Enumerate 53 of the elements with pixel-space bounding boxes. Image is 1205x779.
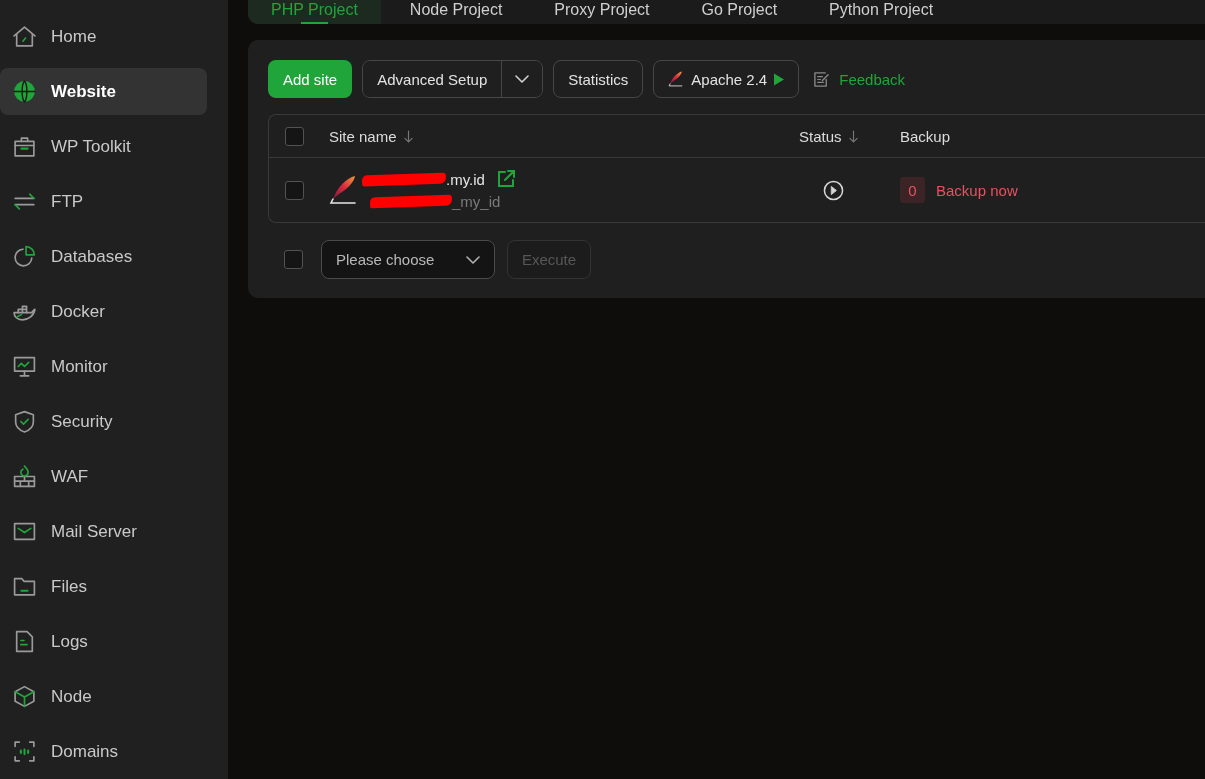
sidebar-item[interactable]: Domains	[0, 728, 207, 775]
sidebar-item[interactable]: Monitor	[0, 343, 207, 390]
play-circle-icon	[823, 179, 844, 201]
sidebar-item[interactable]: Docker	[0, 288, 207, 335]
shield-check-icon	[12, 409, 37, 434]
sidebar-item[interactable]: FTP	[0, 178, 207, 225]
sidebar-item[interactable]: Files	[0, 563, 207, 610]
dropdown-toggle[interactable]	[501, 61, 543, 97]
sidebar-item[interactable]: WP Toolkit	[0, 123, 207, 170]
web-server-button[interactable]: Apache 2.4	[653, 60, 800, 98]
action-select[interactable]: Please choose	[321, 240, 495, 279]
home-icon	[12, 24, 37, 49]
play-icon	[774, 72, 785, 86]
globe-icon	[12, 79, 37, 104]
sort-arrow-icon	[848, 129, 858, 143]
project-tab[interactable]: Proxy Project	[531, 0, 673, 24]
project-tab[interactable]: PHP Project	[248, 0, 381, 24]
statistics-button[interactable]: Statistics	[553, 60, 644, 98]
caret-icon	[515, 75, 530, 83]
sidebar-item[interactable]: Security	[0, 398, 207, 445]
feather-icon	[668, 71, 685, 87]
project-tab[interactable]: Python Project	[806, 0, 957, 24]
firewall-icon	[12, 464, 37, 489]
note-pencil-icon	[813, 70, 831, 88]
pie-chart-icon	[12, 244, 37, 269]
sidebar-item[interactable]: Node	[0, 673, 207, 720]
site-path: _my_id	[452, 193, 501, 210]
monitor-icon	[12, 354, 37, 379]
column-header[interactable]: Status	[799, 127, 858, 145]
column-header[interactable]: Site name	[329, 127, 413, 145]
project-tab[interactable]: Go Project	[678, 0, 801, 24]
sidebar-item[interactable]: WAF	[0, 453, 207, 500]
sidebar-item[interactable]: Logs	[0, 618, 207, 665]
briefcase-icon	[12, 134, 37, 159]
external-link-icon[interactable]	[496, 170, 515, 188]
sidebar-item[interactable]: Mail Server	[0, 508, 207, 555]
backup-now-link[interactable]: Backup now	[936, 181, 1018, 199]
cube-icon	[12, 684, 37, 709]
sidebar-item[interactable]: Website	[0, 68, 207, 115]
sort-arrow-icon	[403, 129, 413, 143]
project-tab[interactable]: Node Project	[386, 0, 526, 24]
sidebar-item[interactable]: Home	[0, 13, 207, 60]
sidebar-item[interactable]: Databases	[0, 233, 207, 280]
brackets-icon	[12, 739, 37, 764]
checkbox[interactable]	[285, 180, 304, 200]
feedback-link[interactable]: Feedback	[809, 60, 906, 98]
checkbox[interactable]	[284, 250, 303, 269]
backup-count: 0	[900, 177, 925, 203]
caret-icon	[466, 255, 480, 264]
site-domain: .my.id	[446, 170, 485, 188]
column-header[interactable]: Backup	[900, 127, 951, 145]
feather-icon	[329, 175, 359, 205]
checkbox[interactable]	[285, 126, 304, 146]
